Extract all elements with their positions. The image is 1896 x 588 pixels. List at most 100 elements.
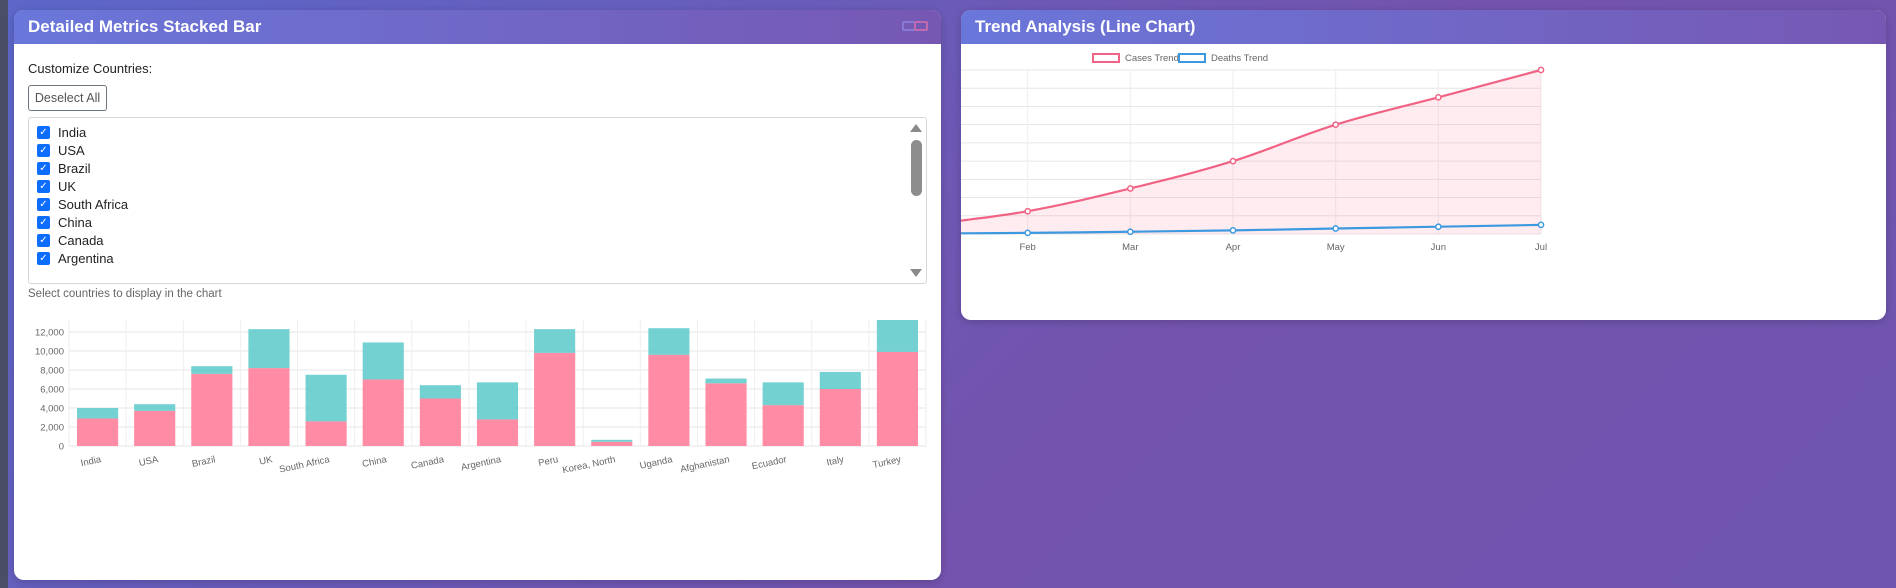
x-tick-label: China xyxy=(361,454,388,470)
x-tick-label: Canada xyxy=(410,454,446,472)
bar-segment xyxy=(762,382,804,406)
data-point xyxy=(1332,121,1340,129)
stacked-bar-panel: Detailed Metrics Stacked Bar Customize C… xyxy=(14,10,941,580)
country-option[interactable]: ✓ UK xyxy=(37,177,76,195)
x-tick-label: Apr xyxy=(1226,242,1241,253)
stacked-bar-chart: New CasesNew DeathsNew Recoveries02,0004… xyxy=(35,320,927,476)
data-point xyxy=(1024,229,1032,237)
x-tick-label: Italy xyxy=(826,454,846,468)
bar-segment xyxy=(134,404,176,411)
legend-label: Deaths Trend xyxy=(1211,53,1268,64)
bar-segment xyxy=(76,408,119,419)
bar-segment xyxy=(362,379,404,446)
data-point xyxy=(1537,221,1545,229)
country-list[interactable]: ✓ India ✓ USA ✓ Brazil ✓ UK ✓ South Africa ✓ China ✓… xyxy=(28,117,927,284)
bar-segment xyxy=(648,354,690,446)
x-tick-label: UK xyxy=(258,454,274,468)
checkbox-checked-icon[interactable]: ✓ xyxy=(37,125,50,139)
country-option[interactable]: ✓ Canada xyxy=(37,231,104,249)
checkbox-checked-icon[interactable]: ✓ xyxy=(37,161,50,175)
country-label: China xyxy=(58,214,92,230)
data-point xyxy=(1537,66,1545,74)
checkbox-checked-icon[interactable]: ✓ xyxy=(37,251,50,265)
scroll-up-icon[interactable] xyxy=(910,124,922,132)
x-tick-label: Argentina xyxy=(460,454,503,473)
x-tick-label: Korea, North xyxy=(561,454,616,476)
bar-segment xyxy=(191,373,233,446)
country-label: Brazil xyxy=(58,160,91,176)
country-option[interactable]: ✓ China xyxy=(37,213,92,231)
y-tick-label: 10,000 xyxy=(35,347,64,358)
bar-segment xyxy=(648,328,690,355)
data-point xyxy=(1229,227,1237,234)
bar-segment xyxy=(762,405,804,446)
x-tick-label: Peru xyxy=(537,454,559,469)
data-point xyxy=(1126,185,1134,192)
y-tick-label: 12,000 xyxy=(35,328,64,339)
bar-segment xyxy=(134,410,176,446)
bar-segment xyxy=(876,320,919,352)
data-point xyxy=(1434,223,1442,231)
legend-swatch xyxy=(1178,53,1206,63)
bar-segment xyxy=(705,383,747,446)
data-point xyxy=(1332,225,1340,232)
bar-segment xyxy=(76,418,119,446)
x-tick-label: Brazil xyxy=(191,454,217,470)
country-option[interactable]: ✓ Argentina xyxy=(37,249,114,267)
deselect-all-button[interactable]: Deselect All xyxy=(28,85,107,111)
bar-segment xyxy=(362,342,404,380)
country-option[interactable]: ✓ Brazil xyxy=(37,159,91,177)
x-tick-label: Jun xyxy=(1431,242,1446,253)
bar-segment xyxy=(248,329,290,369)
legend-label: Cases Trend xyxy=(1125,53,1179,64)
bar-segment xyxy=(591,439,633,442)
data-point xyxy=(1126,228,1134,236)
checkbox-checked-icon[interactable]: ✓ xyxy=(37,179,50,193)
customize-label: Customize Countries: xyxy=(28,61,153,76)
x-tick-label: Turkey xyxy=(872,454,903,471)
checkbox-checked-icon[interactable]: ✓ xyxy=(37,143,50,157)
bar-segment xyxy=(191,366,233,374)
data-point xyxy=(1434,93,1442,101)
bar-segment xyxy=(419,385,461,399)
x-tick-label: Feb xyxy=(1019,242,1035,253)
y-tick-label: 0 xyxy=(59,442,64,453)
country-hint: Select countries to display in the chart xyxy=(28,288,222,300)
checkbox-checked-icon[interactable]: ✓ xyxy=(37,197,50,211)
bar-segment xyxy=(876,351,919,446)
line-chart: Cases TrendDeaths Trend02,0004,0006,0008… xyxy=(961,53,1547,253)
checkbox-checked-icon[interactable]: ✓ xyxy=(37,233,50,247)
legend-swatch xyxy=(1092,53,1120,63)
panel-title: Detailed Metrics Stacked Bar xyxy=(28,17,262,36)
x-tick-label: Afghanistan xyxy=(679,454,730,475)
scroll-down-icon[interactable] xyxy=(910,269,922,277)
y-tick-label: 4,000 xyxy=(40,404,64,415)
bar-segment xyxy=(705,378,747,384)
country-option[interactable]: ✓ India xyxy=(37,123,86,141)
country-label: Canada xyxy=(58,232,104,248)
window-icon[interactable] xyxy=(914,21,928,31)
bar-segment xyxy=(534,352,576,446)
bar-segment xyxy=(476,419,519,446)
country-label: USA xyxy=(58,142,85,158)
panel-title: Trend Analysis (Line Chart) xyxy=(975,17,1196,36)
y-tick-label: 2,000 xyxy=(40,423,64,434)
checkbox-checked-icon[interactable]: ✓ xyxy=(37,215,50,229)
series-area xyxy=(961,70,1541,234)
bar-segment xyxy=(819,389,861,446)
y-tick-label: 8,000 xyxy=(40,366,64,377)
country-label: South Africa xyxy=(58,196,129,212)
scrollbar-thumb[interactable] xyxy=(911,140,922,196)
line-chart-panel: Trend Analysis (Line Chart) Cases Trend D… xyxy=(961,10,1886,320)
data-point xyxy=(1024,207,1032,215)
window-edge xyxy=(0,0,8,588)
bar-segment xyxy=(819,371,861,389)
country-option[interactable]: ✓ USA xyxy=(37,141,85,159)
country-option[interactable]: ✓ South Africa xyxy=(37,195,128,213)
bar-segment xyxy=(305,421,347,446)
x-tick-label: Uganda xyxy=(639,454,675,472)
x-tick-label: Ecuador xyxy=(751,454,788,472)
bar-segment xyxy=(534,329,576,353)
x-tick-label: India xyxy=(80,454,103,469)
bar-segment xyxy=(305,374,347,422)
